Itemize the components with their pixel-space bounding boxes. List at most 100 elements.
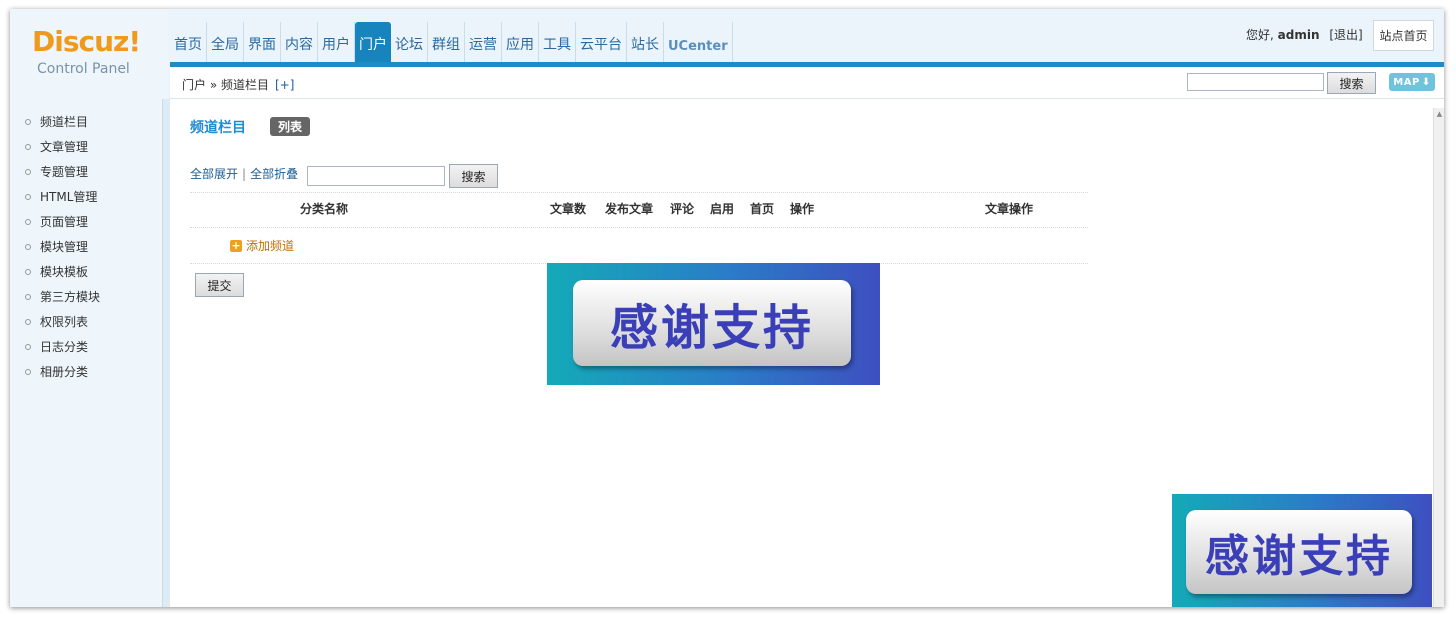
greeting: 您好, — [1246, 28, 1274, 42]
top-search-input[interactable] — [1187, 73, 1324, 91]
sidebar-item[interactable]: 专题管理 — [10, 159, 160, 184]
username: admin — [1277, 28, 1320, 42]
separator: | — [242, 167, 247, 181]
thanks-banner-corner-card: 感谢支持 — [1186, 510, 1412, 594]
channel-search-button[interactable]: 搜索 — [449, 164, 498, 188]
sidebar-item-label: 专题管理 — [40, 165, 89, 179]
nav-item-12[interactable]: 站长 — [627, 22, 664, 62]
circle-bullet-icon — [25, 368, 31, 375]
sidebar-item-label: 模块管理 — [40, 240, 89, 254]
arrow-down-icon: ⬇ — [1421, 76, 1431, 88]
nav-item-10[interactable]: 工具 — [539, 22, 576, 62]
circle-bullet-icon — [25, 143, 31, 150]
sidebar-item[interactable]: 日志分类 — [10, 334, 160, 359]
user-info: 您好, admin [退出] — [1246, 26, 1363, 43]
collapse-all-link[interactable]: 全部折叠 — [250, 167, 298, 181]
sidebar-item-label: HTML管理 — [40, 190, 98, 204]
circle-bullet-icon — [25, 343, 31, 350]
col-header-publish: 发布文章 — [605, 202, 654, 216]
expand-all-link[interactable]: 全部展开 — [190, 167, 238, 181]
thanks-banner-corner-text: 感谢支持 — [1205, 531, 1393, 582]
col-header-article-actions: 文章操作 — [985, 202, 1034, 216]
sidebar-item[interactable]: 第三方模块 — [10, 284, 160, 309]
col-header-enabled: 启用 — [710, 202, 735, 216]
nav-item-11[interactable]: 云平台 — [576, 22, 627, 62]
circle-bullet-icon — [25, 118, 31, 125]
sidebar-item[interactable]: 权限列表 — [10, 309, 160, 334]
breadcrumb-path: 门户 » 频道栏目 — [182, 78, 269, 92]
tab-list[interactable]: 列表 — [270, 117, 310, 136]
nav-item-13[interactable]: UCenter — [664, 22, 733, 62]
thanks-banner-corner: 感谢支持 — [1172, 494, 1432, 607]
circle-bullet-icon — [25, 268, 31, 275]
col-header-comment: 评论 — [670, 202, 695, 216]
nav-item-5[interactable]: 门户 — [355, 22, 391, 62]
thanks-banner-card: 感谢支持 — [573, 280, 851, 366]
logo-text: Discuz! — [32, 25, 141, 58]
nav-item-4[interactable]: 用户 — [318, 22, 355, 62]
sidebar-item-label: 相册分类 — [40, 365, 89, 379]
thanks-banner: 感谢支持 — [547, 263, 880, 385]
table-divider — [190, 227, 1088, 228]
site-home-button[interactable]: 站点首页 — [1373, 20, 1434, 51]
table-divider — [190, 192, 1088, 193]
col-header-actions: 操作 — [790, 202, 815, 216]
nav-item-2[interactable]: 界面 — [244, 22, 281, 62]
sidebar-item-label: 第三方模块 — [40, 290, 101, 304]
circle-bullet-icon — [25, 318, 31, 325]
logo-subtitle: Control Panel — [37, 61, 130, 77]
add-channel-link[interactable]: + 添加频道 — [230, 237, 294, 254]
scroll-up-icon[interactable]: ▲ — [1434, 108, 1444, 120]
sidebar: 频道栏目文章管理专题管理 HTML管理 页面管理模块管理模块模板第三方模块权限列表日… — [10, 99, 168, 607]
thanks-banner-text: 感谢支持 — [609, 300, 814, 356]
circle-bullet-icon — [25, 193, 31, 200]
sidebar-item-label: 权限列表 — [40, 315, 89, 329]
sidebar-item-label: 文章管理 — [40, 140, 89, 154]
sidebar-item-label: 页面管理 — [40, 215, 89, 229]
scrollbar[interactable]: ▲ — [1433, 108, 1444, 607]
sidebar-item[interactable]: HTML管理 — [10, 184, 160, 209]
breadcrumb: 门户 » 频道栏目 [+] — [182, 76, 294, 93]
sidebar-menu: 频道栏目文章管理专题管理 HTML管理 页面管理模块管理模块模板第三方模块权限列表日… — [10, 109, 160, 384]
plus-icon: + — [230, 239, 242, 252]
top-nav: 首页 全局 界面 内容 用户 门户 论坛 群组 运营 应用 工具 云平台 站长 UCenter — [170, 22, 733, 62]
sidebar-item[interactable]: 相册分类 — [10, 359, 160, 384]
nav-item-0[interactable]: 首页 — [170, 22, 207, 62]
nav-item-9[interactable]: 应用 — [502, 22, 539, 62]
sidebar-divider[interactable] — [162, 99, 170, 607]
circle-bullet-icon — [25, 293, 31, 300]
submit-button[interactable]: 提交 — [195, 273, 244, 297]
admin-window: Discuz! Control Panel 首页 全局 界面 内容 用户 门户 论坛 群组 运营… — [10, 9, 1444, 607]
nav-item-3[interactable]: 内容 — [281, 22, 318, 62]
sidebar-item[interactable]: 模块管理 — [10, 234, 160, 259]
logout-link[interactable]: [退出] — [1329, 28, 1362, 42]
breadcrumb-add-link[interactable]: [+] — [275, 78, 294, 92]
sidebar-item[interactable]: 频道栏目 — [10, 109, 160, 134]
top-search-button[interactable]: 搜索 — [1327, 72, 1376, 94]
nav-item-6[interactable]: 论坛 — [391, 22, 428, 62]
add-channel-label: 添加频道 — [246, 239, 295, 253]
circle-bullet-icon — [25, 243, 31, 250]
tree-controls: 全部展开 | 全部折叠 — [190, 165, 298, 182]
map-label: MAP — [1393, 76, 1420, 88]
map-button[interactable]: MAP ⬇ — [1389, 73, 1435, 91]
sub-toolbar: 门户 » 频道栏目 [+] 搜索 MAP ⬇ — [170, 67, 1444, 99]
header: Discuz! Control Panel 首页 全局 界面 内容 用户 门户 论坛 群组 运营… — [10, 9, 1444, 99]
circle-bullet-icon — [25, 218, 31, 225]
nav-item-7[interactable]: 群组 — [428, 22, 465, 62]
col-header-articles: 文章数 — [550, 202, 587, 216]
nav-item-8[interactable]: 运营 — [465, 22, 502, 62]
sidebar-item[interactable]: 模块模板 — [10, 259, 160, 284]
page-title: 频道栏目 — [190, 120, 246, 136]
sidebar-item[interactable]: 页面管理 — [10, 209, 160, 234]
logo[interactable]: Discuz! Control Panel — [10, 9, 168, 99]
sidebar-item-label: 日志分类 — [40, 340, 89, 354]
nav-item-1[interactable]: 全局 — [207, 22, 244, 62]
sidebar-item[interactable]: 文章管理 — [10, 134, 160, 159]
col-header-home: 首页 — [750, 202, 775, 216]
col-header-name: 分类名称 — [300, 202, 349, 216]
sidebar-item-label: 模块模板 — [40, 265, 89, 279]
sidebar-item-label: 频道栏目 — [40, 115, 89, 129]
channel-search-input[interactable] — [307, 166, 445, 186]
circle-bullet-icon — [25, 168, 31, 175]
